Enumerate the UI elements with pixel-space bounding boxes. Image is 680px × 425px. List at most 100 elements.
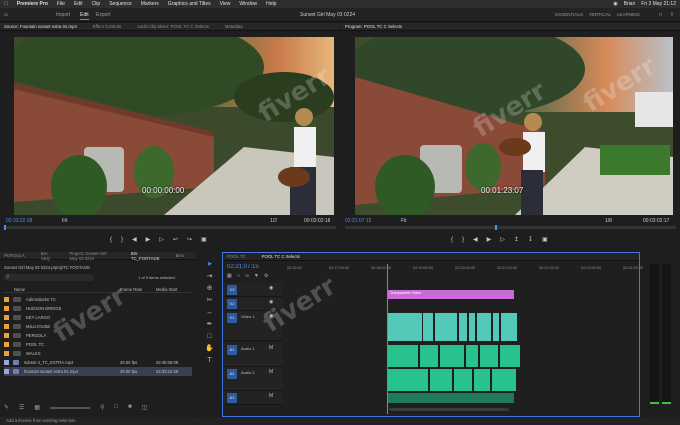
- timeline-zoom-scrollbar[interactable]: [389, 408, 509, 411]
- track-id[interactable]: V1: [227, 313, 237, 323]
- audio-clip-a3[interactable]: [388, 393, 514, 403]
- program-mark-out-icon[interactable]: }: [462, 237, 464, 243]
- type-tool-icon[interactable]: T: [205, 356, 214, 365]
- program-step-forward-icon[interactable]: ▷: [500, 236, 505, 243]
- menu-window[interactable]: Window: [239, 1, 257, 7]
- tab-edit[interactable]: Edit: [80, 12, 89, 20]
- insert-icon[interactable]: ↩: [173, 236, 178, 243]
- col-frame-rate[interactable]: Frame Rate: [120, 287, 142, 292]
- trash-icon[interactable]: ◫: [142, 404, 148, 413]
- link-icon[interactable]: ∞: [245, 273, 249, 279]
- mute-icon[interactable]: M: [269, 369, 273, 375]
- audio-clip[interactable]: [430, 369, 452, 391]
- tab-pool-tc-c-selects[interactable]: POOL TC C Selects: [262, 254, 300, 259]
- source-current-timecode[interactable]: 02:33:22:28: [6, 218, 32, 224]
- nest-icon[interactable]: ▦: [227, 273, 232, 279]
- label-color-swatch[interactable]: [4, 360, 9, 365]
- video-clip[interactable]: [435, 313, 457, 341]
- tab-bin-tc-footage[interactable]: Bin: TC_FOOTAGE: [131, 251, 160, 261]
- extract-icon[interactable]: ↧: [528, 236, 533, 243]
- audio-clip[interactable]: [420, 345, 438, 367]
- slip-tool-icon[interactable]: ↔: [205, 308, 214, 317]
- video-clip[interactable]: [459, 313, 467, 341]
- label-color-swatch[interactable]: [4, 306, 9, 311]
- source-scrubber[interactable]: [4, 225, 336, 230]
- track-header-a3[interactable]: A3 M: [223, 391, 283, 405]
- user-name[interactable]: Brian: [624, 1, 636, 7]
- program-fit-select[interactable]: Fit: [401, 218, 407, 224]
- label-color-swatch[interactable]: [4, 297, 9, 302]
- source-playhead[interactable]: [4, 225, 6, 230]
- mark-out-icon[interactable]: }: [121, 237, 123, 243]
- project-row[interactable]: MILLHOUSE: [4, 322, 192, 331]
- track-id[interactable]: A3: [227, 393, 237, 403]
- track-id[interactable]: V3: [227, 285, 237, 295]
- eye-icon[interactable]: ◉: [269, 285, 273, 291]
- menu-view[interactable]: View: [220, 1, 231, 7]
- track-id[interactable]: A1: [227, 345, 237, 355]
- eye-icon[interactable]: ◉: [269, 313, 273, 319]
- audio-clip[interactable]: [500, 345, 520, 367]
- video-clip[interactable]: [477, 313, 491, 341]
- rectangle-tool-icon[interactable]: □: [205, 332, 214, 341]
- video-clip[interactable]: [388, 313, 422, 341]
- apple-icon[interactable]: : [4, 1, 8, 7]
- ripple-edit-icon[interactable]: ⊕: [205, 284, 214, 293]
- overwrite-icon[interactable]: ↪: [187, 236, 192, 243]
- menu-edit[interactable]: Edit: [74, 1, 83, 7]
- snap-icon[interactable]: ∩: [237, 273, 241, 279]
- home-icon[interactable]: ⌂: [4, 12, 8, 18]
- share-icon[interactable]: ⇧: [670, 12, 674, 18]
- track-id[interactable]: V2: [227, 299, 237, 309]
- track-header-a2[interactable]: A2 Audio 2 M: [223, 367, 283, 391]
- video-clip[interactable]: [423, 313, 433, 341]
- track-select-icon[interactable]: ⇥: [205, 272, 214, 281]
- source-fit-select[interactable]: Fit: [62, 218, 68, 224]
- label-color-swatch[interactable]: [4, 333, 9, 338]
- label-color-swatch[interactable]: [4, 351, 9, 356]
- menu-graphics[interactable]: Graphics and Titles: [168, 1, 211, 7]
- track-id[interactable]: A2: [227, 369, 237, 379]
- program-current-timecode[interactable]: 02:21:07:15: [345, 218, 371, 224]
- audio-clip[interactable]: [454, 369, 472, 391]
- list-view-icon[interactable]: ☰: [19, 404, 24, 413]
- play-icon[interactable]: ▶: [146, 236, 151, 243]
- label-color-swatch[interactable]: [4, 315, 9, 320]
- marker-icon[interactable]: ▼: [254, 273, 259, 279]
- project-row[interactable]: fountain sunset extra 01.mp4 30.00 fps 02:…: [4, 367, 192, 376]
- tab-source[interactable]: Source: Fountain sunset extra 01.mp4: [4, 24, 77, 29]
- program-playhead[interactable]: [495, 225, 497, 230]
- project-search-input[interactable]: ⚲: [4, 274, 94, 281]
- menu-sequence[interactable]: Sequence: [109, 1, 132, 7]
- tab-metadata[interactable]: Metadata: [225, 24, 243, 29]
- video-clip[interactable]: [469, 313, 475, 341]
- title-clip[interactable]: Transparent Video: [388, 290, 514, 299]
- fullscreen-icon[interactable]: □: [659, 12, 662, 18]
- track-header-v3[interactable]: V3 ◉: [223, 283, 283, 297]
- step-forward-icon[interactable]: ▷: [159, 236, 164, 243]
- audio-clip[interactable]: [388, 345, 418, 367]
- video-clip[interactable]: [493, 313, 499, 341]
- clock[interactable]: Fri 3 May 21:12: [641, 1, 676, 7]
- label-color-swatch[interactable]: [4, 324, 9, 329]
- mute-icon[interactable]: M: [269, 393, 273, 399]
- selection-tool-icon[interactable]: ➤: [205, 260, 214, 269]
- program-export-frame-icon[interactable]: ▣: [542, 236, 548, 243]
- lift-icon[interactable]: ↥: [514, 236, 519, 243]
- track-header-v2[interactable]: V2 ◉: [223, 297, 283, 311]
- program-step-back-icon[interactable]: ◀: [473, 236, 478, 243]
- tab-project[interactable]: Project: Sunset Girl May 03 0224: [70, 251, 115, 261]
- project-row[interactable]: POOL TC: [4, 340, 192, 349]
- time-ruler[interactable]: 02:16:00 02:17:00:00 02:18:00:00 02:19:00:0…: [287, 264, 643, 280]
- tab-import[interactable]: Import: [56, 12, 70, 18]
- mark-in-icon[interactable]: {: [110, 237, 112, 243]
- tab-pergola[interactable]: PERGOLA: [4, 253, 25, 258]
- lock-icon[interactable]: ✎: [4, 404, 9, 413]
- col-name[interactable]: Name: [14, 287, 25, 292]
- pen-tool-icon[interactable]: ✒: [205, 320, 214, 329]
- export-frame-icon[interactable]: ▣: [201, 236, 207, 243]
- workspace-vertical[interactable]: VERTICAL: [589, 12, 611, 17]
- track-header-a1[interactable]: A1 Audio 1 M: [223, 343, 283, 367]
- step-back-icon[interactable]: ◀: [132, 236, 137, 243]
- tab-bin-seq[interactable]: Bin: SEQ: [41, 251, 54, 261]
